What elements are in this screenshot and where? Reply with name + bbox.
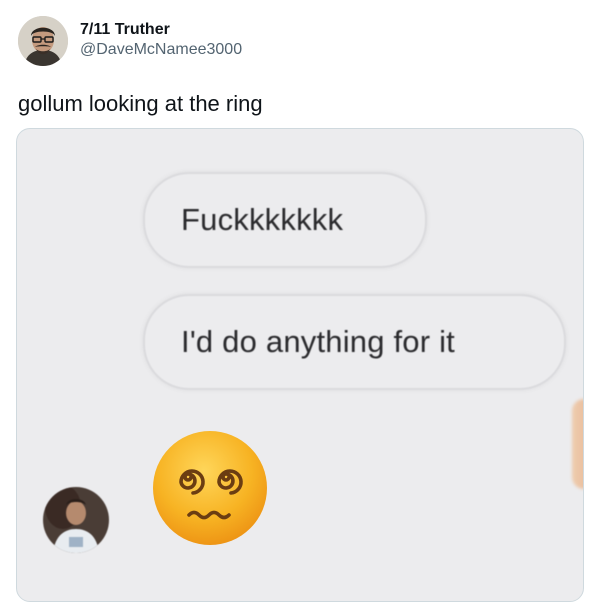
cropped-image-fragment bbox=[572, 399, 583, 489]
author-avatar[interactable] bbox=[18, 16, 68, 66]
message-bubble-2: I'd do anything for it bbox=[143, 294, 566, 390]
reaction-emoji bbox=[149, 427, 271, 549]
message-text-2: I'd do anything for it bbox=[181, 324, 455, 359]
author-info: 7/11 Truther @DaveMcNamee3000 bbox=[80, 20, 242, 60]
author-handle[interactable]: @DaveMcNamee3000 bbox=[80, 40, 242, 60]
tweet-text: gollum looking at the ring bbox=[18, 91, 263, 116]
message-text-1: Fuckkkkkkk bbox=[181, 202, 344, 237]
tweet-media-image[interactable]: Fuckkkkkkk I'd do anything for it bbox=[16, 128, 584, 602]
profile-photo-icon bbox=[18, 16, 68, 66]
sender-avatar bbox=[43, 487, 109, 553]
message-bubble-1: Fuckkkkkkk bbox=[143, 172, 427, 268]
face-with-spiral-eyes-icon bbox=[153, 431, 267, 545]
tweet-card: 7/11 Truther @DaveMcNamee3000 gollum loo… bbox=[0, 0, 599, 616]
contact-photo-icon bbox=[43, 487, 109, 553]
author-display-name[interactable]: 7/11 Truther bbox=[80, 20, 242, 40]
